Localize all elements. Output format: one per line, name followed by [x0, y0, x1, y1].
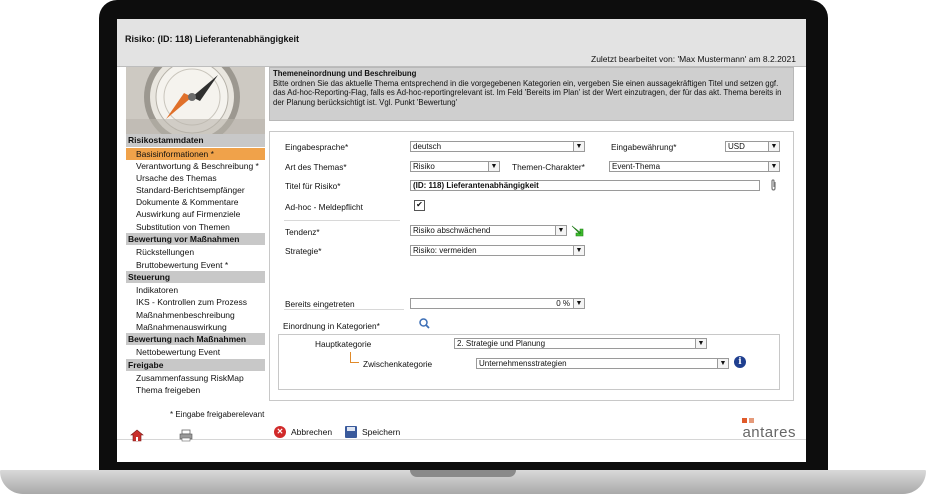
info-box: Themeneinordnung und Beschreibung Bitte …	[269, 67, 794, 121]
chevron-down-icon: ▼	[573, 299, 584, 308]
chevron-down-icon: ▼	[488, 162, 499, 171]
nav-item-bruttobewertung[interactable]: Bruttobewertung Event *	[126, 259, 265, 271]
nav-item-thema-freigeben[interactable]: Thema freigeben	[126, 384, 265, 396]
hauptkategorie-select[interactable]: 2. Strategie und Planung ▼	[454, 338, 707, 349]
save-button[interactable]: Speichern	[345, 426, 400, 438]
chevron-down-icon: ▼	[555, 226, 566, 235]
tree-connector-icon	[350, 352, 359, 363]
info-heading: Themeneinordnung und Beschreibung	[273, 69, 417, 78]
bereits-select[interactable]: 0 % ▼	[410, 298, 585, 309]
required-note: * Eingabe freigaberelevant	[170, 410, 265, 419]
nav-item-massnahmenbeschreibung[interactable]: Maßnahmenbeschreibung	[126, 309, 265, 321]
nav-item-basisinformationen[interactable]: Basisinformationen *	[126, 147, 265, 160]
chevron-down-icon: ▼	[768, 162, 779, 171]
nav-item-rueckstellungen[interactable]: Rückstellungen	[126, 246, 265, 258]
title-bar: Risiko: (ID: 118) Lieferantenabhängigkei…	[117, 19, 806, 67]
chevron-down-icon: ▼	[768, 142, 779, 151]
nav-item-nettobewertung[interactable]: Nettobewertung Event	[126, 346, 265, 358]
chevron-down-icon: ▼	[695, 339, 706, 348]
info-icon[interactable]: i	[734, 356, 746, 368]
tendenz-select[interactable]: Risiko abschwächend ▼	[410, 225, 567, 236]
zwischenkategorie-label: Zwischenkategorie	[363, 359, 433, 369]
eingabesprache-label: Eingabesprache*	[285, 142, 349, 152]
search-icon[interactable]	[419, 318, 430, 329]
adhoc-checkbox[interactable]: ✔	[414, 200, 425, 211]
zwischenkategorie-select[interactable]: Unternehmensstrategien ▼	[476, 358, 729, 369]
window-title: Risiko: (ID: 118) Lieferantenabhängigkei…	[125, 34, 300, 44]
print-icon[interactable]	[179, 429, 193, 442]
nav-section-risikostammdaten: Risikostammdaten	[126, 134, 265, 148]
cancel-label: Abbrechen	[291, 427, 333, 437]
chevron-down-icon: ▼	[573, 246, 584, 255]
titel-input[interactable]: (ID: 118) Lieferantenabhängigkeit	[410, 180, 760, 191]
compass-image	[126, 67, 265, 134]
eingabesprache-select[interactable]: deutsch ▼	[410, 141, 585, 152]
footer-divider	[117, 439, 806, 440]
app-screen: Risiko: (ID: 118) Lieferantenabhängigkei…	[117, 19, 806, 462]
nav-section-bewertung-vor: Bewertung vor Maßnahmen	[126, 232, 265, 247]
nav-item-ursache[interactable]: Ursache des Themas	[126, 172, 265, 184]
nav-item-auswirkung[interactable]: Auswirkung auf Firmenziele	[126, 208, 265, 220]
chevron-down-icon: ▼	[573, 142, 584, 151]
strategie-label: Strategie*	[285, 246, 322, 256]
laptop-notch	[410, 470, 516, 477]
nav-item-substitution[interactable]: Substitution von Themen	[126, 221, 265, 233]
antares-logo: antares	[742, 418, 796, 441]
save-label: Speichern	[362, 427, 401, 437]
nav-section-steuerung: Steuerung	[126, 270, 265, 285]
art-select[interactable]: Risiko ▼	[410, 161, 500, 172]
tendenz-label: Tendenz*	[285, 227, 320, 237]
kategorien-label: Einordnung in Kategorien*	[283, 321, 380, 331]
eingabewaehrung-label: Eingabewährung*	[611, 142, 677, 152]
nav-item-riskmap[interactable]: Zusammenfassung RiskMap	[126, 372, 265, 384]
save-icon	[345, 426, 357, 438]
titel-label: Titel für Risiko*	[285, 181, 341, 191]
green-arrow-icon[interactable]	[571, 224, 584, 237]
nav-item-berichtsempfaenger[interactable]: Standard-Berichtsempfänger	[126, 184, 265, 196]
logo-squares-icon	[742, 418, 755, 423]
art-label: Art des Themas*	[285, 162, 347, 172]
divider	[284, 309, 404, 310]
nav-section-freigabe: Freigabe	[126, 358, 265, 373]
cancel-button[interactable]: ✕ Abbrechen	[274, 426, 332, 438]
sidebar-nav: Risikostammdaten Basisinformationen * Ve…	[126, 134, 265, 397]
home-icon[interactable]	[130, 429, 144, 442]
charakter-label: Themen-Charakter*	[512, 162, 585, 172]
nav-item-dokumente[interactable]: Dokumente & Kommentare	[126, 196, 265, 208]
bereits-label: Bereits eingetreten	[285, 299, 355, 309]
paperclip-icon[interactable]	[769, 179, 778, 191]
nav-item-indikatoren[interactable]: Indikatoren	[126, 284, 265, 296]
charakter-select[interactable]: Event-Thema ▼	[609, 161, 780, 172]
info-text: Bitte ordnen Sie das aktuelle Thema ents…	[273, 78, 782, 107]
divider	[284, 220, 400, 221]
nav-item-verantwortung[interactable]: Verantwortung & Beschreibung *	[126, 160, 265, 172]
last-edited: Zuletzt bearbeitet von: 'Max Mustermann'…	[591, 54, 796, 64]
eingabewaehrung-select[interactable]: USD ▼	[725, 141, 780, 152]
strategie-select[interactable]: Risiko: vermeiden ▼	[410, 245, 585, 256]
chevron-down-icon: ▼	[717, 359, 728, 368]
nav-item-iks[interactable]: IKS - Kontrollen zum Prozess	[126, 296, 265, 308]
adhoc-label: Ad-hoc - Meldepflicht	[285, 202, 363, 212]
nav-item-massnahmenauswirkung[interactable]: Maßnahmenauswirkung	[126, 321, 265, 333]
hauptkategorie-label: Hauptkategorie	[315, 339, 372, 349]
nav-section-bewertung-nach: Bewertung nach Maßnahmen	[126, 332, 265, 347]
cancel-icon: ✕	[274, 426, 286, 438]
